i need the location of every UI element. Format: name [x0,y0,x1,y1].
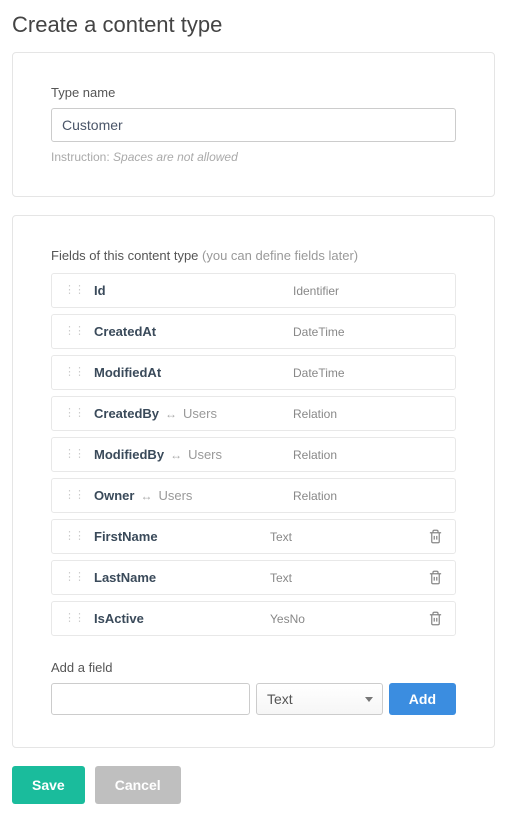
field-row[interactable]: ⋮⋮ IsActive YesNo [51,601,456,636]
relation-arrow-icon: ↔ [140,489,152,503]
delete-field-button[interactable] [428,570,443,585]
add-field-name-input[interactable] [51,683,250,715]
field-type: DateTime [293,325,443,339]
delete-field-button[interactable] [428,529,443,544]
field-name: ModifiedAt [94,365,161,380]
field-row[interactable]: ⋮⋮ CreatedBy ↔ Users Relation [51,396,456,431]
field-name: CreatedBy [94,406,159,421]
relation-target: Users [183,406,217,421]
drag-handle-icon[interactable]: ⋮⋮ [64,408,84,419]
instruction-prefix: Instruction: [51,150,113,164]
relation-arrow-icon: ↔ [165,407,177,421]
type-name-label: Type name [51,85,456,100]
footer-actions: Save Cancel [12,766,495,804]
trash-icon [428,529,443,544]
add-field-label: Add a field [51,660,456,675]
field-row[interactable]: ⋮⋮ ModifiedBy ↔ Users Relation [51,437,456,472]
relation-arrow-icon: ↔ [170,448,182,462]
drag-handle-icon[interactable]: ⋮⋮ [64,367,84,378]
drag-handle-icon[interactable]: ⋮⋮ [64,490,84,501]
drag-handle-icon[interactable]: ⋮⋮ [64,613,84,624]
type-name-input[interactable] [51,108,456,142]
field-type: Relation [293,407,443,421]
field-row[interactable]: ⋮⋮ CreatedAt DateTime [51,314,456,349]
field-name: CreatedAt [94,324,156,339]
field-type: Identifier [293,284,443,298]
drag-handle-icon[interactable]: ⋮⋮ [64,285,84,296]
drag-handle-icon[interactable]: ⋮⋮ [64,449,84,460]
field-name: Owner [94,488,134,503]
save-button[interactable]: Save [12,766,85,804]
add-field-button[interactable]: Add [389,683,456,715]
delete-field-button[interactable] [428,611,443,626]
type-name-instruction: Instruction: Spaces are not allowed [51,150,456,164]
field-row[interactable]: ⋮⋮ Owner ↔ Users Relation [51,478,456,513]
instruction-text: Spaces are not allowed [113,150,238,164]
fields-header: Fields of this content type (you can def… [51,248,456,263]
field-name: FirstName [94,529,158,544]
cancel-button[interactable]: Cancel [95,766,181,804]
trash-icon [428,570,443,585]
fields-list: ⋮⋮ Id Identifier ⋮⋮ CreatedAt DateTime ⋮⋮ Modif… [51,273,456,636]
field-name: Id [94,283,106,298]
relation-target: Users [158,488,192,503]
field-row[interactable]: ⋮⋮ ModifiedAt DateTime [51,355,456,390]
add-field-type-select[interactable]: Text [256,683,383,715]
field-name: ModifiedBy [94,447,164,462]
add-field-section: Add a field Text Add [51,660,456,715]
drag-handle-icon[interactable]: ⋮⋮ [64,572,84,583]
field-type: Relation [293,448,443,462]
drag-handle-icon[interactable]: ⋮⋮ [64,531,84,542]
trash-icon [428,611,443,626]
field-row[interactable]: ⋮⋮ LastName Text [51,560,456,595]
field-type: Text [270,571,420,585]
field-row[interactable]: ⋮⋮ Id Identifier [51,273,456,308]
field-type: Text [270,530,420,544]
field-name: IsActive [94,611,144,626]
page-title: Create a content type [12,12,495,38]
field-type: Relation [293,489,443,503]
drag-handle-icon[interactable]: ⋮⋮ [64,326,84,337]
fields-panel: Fields of this content type (you can def… [12,215,495,748]
field-row[interactable]: ⋮⋮ FirstName Text [51,519,456,554]
field-type: YesNo [270,612,420,626]
relation-target: Users [188,447,222,462]
field-name: LastName [94,570,156,585]
type-name-panel: Type name Instruction: Spaces are not al… [12,52,495,197]
add-field-type-select-wrap: Text [256,683,383,715]
field-type: DateTime [293,366,443,380]
